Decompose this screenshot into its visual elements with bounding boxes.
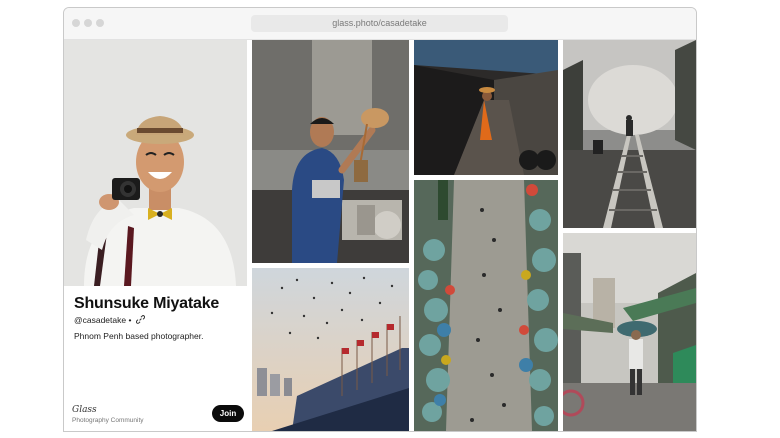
minimize-dot-icon[interactable]	[84, 19, 92, 27]
profile-name: Shunsuke Miyatake	[74, 295, 220, 312]
profile-photo[interactable]	[64, 40, 247, 286]
photo-tile-tea-vendor[interactable]	[252, 40, 409, 263]
browser-titlebar: glass.photo/casadetake	[64, 8, 696, 40]
profile-bio: Phnom Penh based photographer.	[74, 331, 204, 341]
profile-handle[interactable]: @casadetake	[74, 315, 126, 325]
photo-tile-aerial-market[interactable]	[414, 180, 558, 431]
address-bar[interactable]: glass.photo/casadetake	[251, 15, 508, 32]
browser-window: glass.photo/casadetake Shunsuke Miyatake…	[63, 7, 697, 432]
photo-monk-alley	[414, 40, 558, 175]
handle-separator: •	[128, 315, 132, 325]
community-label: Photography Community	[72, 417, 144, 424]
profile-page: Shunsuke Miyatake @casadetake • Phnom Pe…	[64, 40, 696, 431]
photo-street-vendor	[563, 233, 696, 431]
close-dot-icon[interactable]	[72, 19, 80, 27]
portrait-illustration	[64, 40, 247, 286]
photo-tea-vendor	[252, 40, 409, 263]
photo-tile-monk-alley[interactable]	[414, 40, 558, 175]
photo-aerial-market	[414, 180, 558, 431]
glass-logo[interactable]: Glass	[72, 405, 97, 415]
profile-card: Shunsuke Miyatake @casadetake • Phnom Pe…	[64, 40, 247, 431]
maximize-dot-icon[interactable]	[96, 19, 104, 27]
photo-tile-riverside-flags[interactable]	[252, 268, 409, 431]
photo-railway-smoke	[563, 40, 696, 228]
profile-handle-row: @casadetake •	[74, 315, 145, 326]
photo-tile-railway-smoke[interactable]	[563, 40, 696, 228]
photo-riverside-flags	[252, 268, 409, 431]
join-button[interactable]: Join	[212, 405, 244, 422]
link-icon[interactable]	[135, 315, 145, 326]
photo-tile-street-vendor[interactable]	[563, 233, 696, 431]
